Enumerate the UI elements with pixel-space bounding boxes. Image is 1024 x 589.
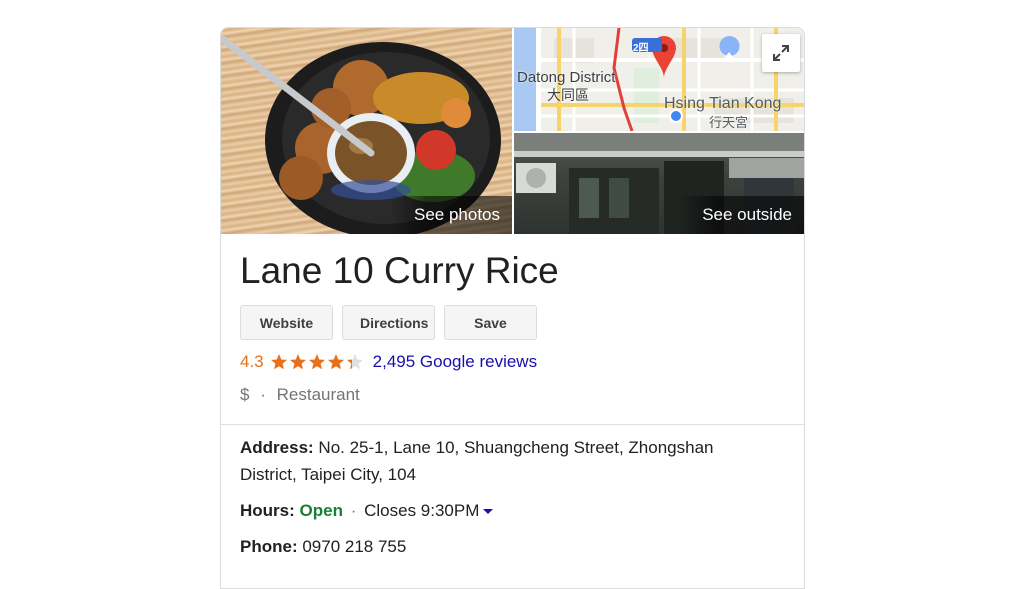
phone-row: Phone: 0970 218 755 xyxy=(240,533,406,560)
hours-status: Open xyxy=(299,501,343,520)
directions-button[interactable]: Directions xyxy=(342,305,435,340)
rating-row: 4.3 2,495 Google reviews xyxy=(240,352,537,372)
reviews-link[interactable]: 2,495 Google reviews xyxy=(373,352,537,372)
star-icon xyxy=(327,354,344,370)
action-buttons: Website Directions Save xyxy=(240,305,546,340)
address-line1: No. 25-1, Lane 10, Shuangcheng Street, Z… xyxy=(318,438,714,457)
see-outside-label: See outside xyxy=(678,196,804,234)
rating-value: 4.3 xyxy=(240,352,264,371)
place-title: Lane 10 Curry Rice xyxy=(240,250,559,291)
map-thumbnail[interactable]: 2四 Datong District 大同區 Hsing Tian Kong 行… xyxy=(514,28,804,131)
expand-map-button[interactable] xyxy=(762,34,800,72)
star-rating xyxy=(270,353,365,371)
media-header: See photos 2四 Datong District 大同區 Hsing … xyxy=(221,28,804,234)
hours-label: Hours: xyxy=(240,501,295,520)
map-label-datong: Datong District xyxy=(517,69,616,86)
address-line2: District, Taipei City, 104 xyxy=(240,465,417,484)
price-level: $ xyxy=(240,385,250,404)
star-icon xyxy=(308,354,325,370)
phone-number[interactable]: 0970 218 755 xyxy=(302,537,406,556)
category: Restaurant xyxy=(276,385,360,404)
meta-separator: · xyxy=(260,385,266,404)
address-row: Address: No. 25-1, Lane 10, Shuangcheng … xyxy=(240,434,714,488)
map-label-temple: Hsing Tian Kong xyxy=(664,95,782,112)
hours-row: Hours: Open · Closes 9:30PM xyxy=(240,497,494,524)
save-button[interactable]: Save xyxy=(444,305,537,340)
hours-separator: · xyxy=(350,501,357,520)
map-label-datong-zh: 大同區 xyxy=(547,87,589,103)
meta-row: $ · Restaurant xyxy=(240,385,360,405)
website-button[interactable]: Website xyxy=(240,305,333,340)
star-icon xyxy=(346,354,363,370)
expand-icon xyxy=(773,45,789,61)
hours-dropdown-icon[interactable] xyxy=(483,509,494,515)
street-view-photo[interactable]: See outside xyxy=(514,133,804,234)
star-icon xyxy=(270,354,287,370)
food-photo[interactable]: See photos xyxy=(221,28,512,234)
knowledge-panel: See photos 2四 Datong District 大同區 Hsing … xyxy=(220,27,805,589)
star-icon xyxy=(289,354,306,370)
address-label: Address: xyxy=(240,438,314,457)
divider xyxy=(221,424,804,425)
phone-label: Phone: xyxy=(240,537,298,556)
map-label-temple-zh: 行天宮 xyxy=(709,115,749,130)
route-badge: 2四 xyxy=(633,43,649,54)
hours-close[interactable]: Closes 9:30PM xyxy=(364,501,479,520)
see-photos-label: See photos xyxy=(389,196,512,234)
